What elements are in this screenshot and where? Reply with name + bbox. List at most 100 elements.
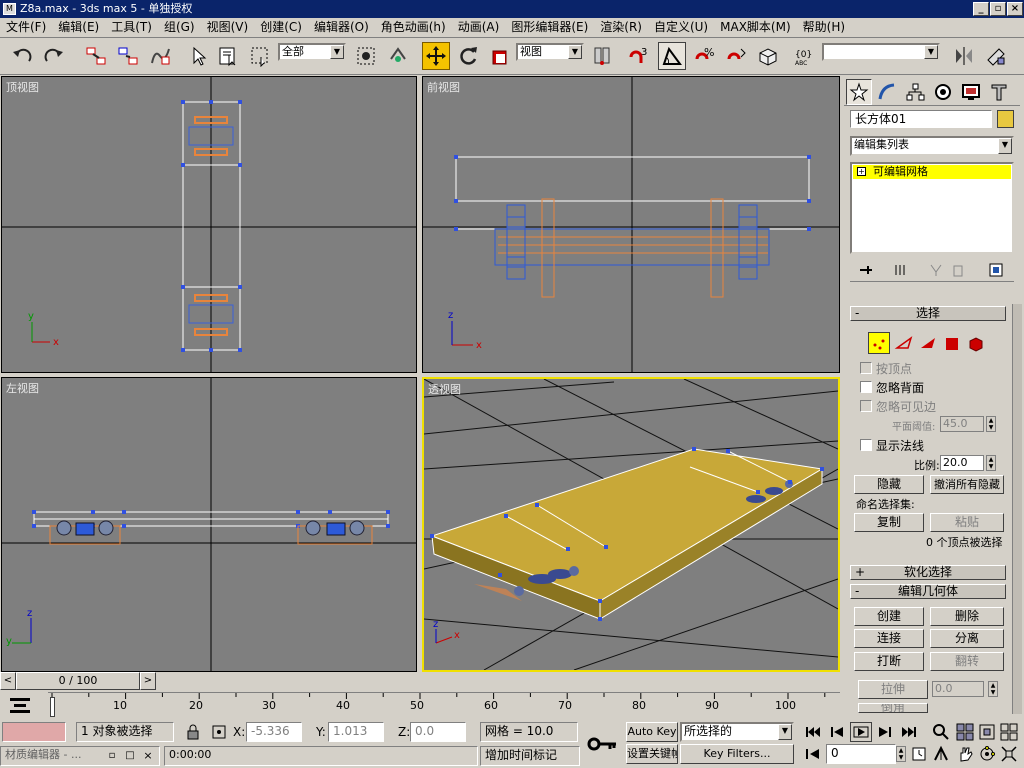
edit-geometry-rollout-header[interactable]: - 编辑几何体 <box>850 584 1006 599</box>
select-and-move-icon[interactable] <box>422 42 450 70</box>
snap-3d-icon[interactable]: 3 <box>624 42 652 70</box>
menu-graph-editors[interactable]: 图形编辑器(E) <box>505 18 594 37</box>
auto-key-button[interactable]: Auto Key <box>626 722 678 742</box>
extrude-spinner-icon[interactable]: ▲ ▼ <box>988 681 998 697</box>
planar-thresh-spinner-icon[interactable]: ▲ ▼ <box>986 416 996 432</box>
select-and-link-icon[interactable] <box>82 42 110 70</box>
maxscript-listener[interactable] <box>2 722 66 742</box>
set-key-button[interactable]: 设置关键帧 <box>626 744 678 764</box>
redo-icon[interactable] <box>40 42 68 70</box>
ignore-visible-edges-checkbox[interactable] <box>860 400 872 412</box>
unlink-selection-icon[interactable] <box>114 42 142 70</box>
zoom-extents-icon[interactable] <box>976 722 998 742</box>
menu-animation[interactable]: 动画(A) <box>452 18 506 37</box>
time-slider-prev-icon[interactable]: < <box>0 672 16 690</box>
delete-button[interactable]: 删除 <box>930 607 1004 626</box>
mirror-icon[interactable] <box>950 42 978 70</box>
y-coord-field[interactable]: 1.013 <box>328 722 384 742</box>
track-bar[interactable]: 10 20 30 40 50 60 70 80 90 100 <box>48 692 840 720</box>
perspective-viewport-label[interactable]: 透视图 <box>428 381 461 397</box>
show-end-result-icon[interactable] <box>890 260 910 280</box>
z-coord-field[interactable]: 0.0 <box>410 722 466 742</box>
create-button[interactable]: 创建 <box>854 607 924 626</box>
spinner-snap-icon[interactable] <box>722 42 750 70</box>
attach-button[interactable]: 连接 <box>854 629 924 648</box>
taskbar-restore-icon[interactable]: ▫ <box>104 746 120 764</box>
create-tab-icon[interactable] <box>846 79 872 105</box>
rectangular-selection-icon[interactable] <box>246 42 274 70</box>
taskbar-maximize-icon[interactable]: □ <box>122 746 138 764</box>
modify-tab-icon[interactable] <box>874 79 900 105</box>
show-normals-checkbox[interactable] <box>860 439 872 451</box>
bind-to-space-warp-icon[interactable] <box>146 42 174 70</box>
time-slider-next-icon[interactable]: > <box>140 672 156 690</box>
named-selection-dropdown[interactable]: ▼ <box>822 43 940 61</box>
menu-file[interactable]: 文件(F) <box>0 18 52 37</box>
configure-sets-icon[interactable] <box>986 260 1006 280</box>
play-icon[interactable] <box>850 722 872 742</box>
angle-snap-icon[interactable] <box>658 42 686 70</box>
front-viewport-label[interactable]: 前视图 <box>427 79 460 95</box>
frame-spinner-icon[interactable]: ▲ ▼ <box>896 746 906 762</box>
menu-create[interactable]: 创建(C) <box>254 18 308 37</box>
go-to-end-icon[interactable] <box>898 722 920 742</box>
hierarchy-tab-icon[interactable] <box>902 79 928 105</box>
expand-icon[interactable]: + <box>857 167 866 176</box>
menu-customize[interactable]: 自定义(U) <box>648 18 714 37</box>
reference-coordinate-dropdown[interactable]: 视图 ▼ <box>516 43 584 61</box>
top-viewport[interactable]: x y 顶视图 <box>1 76 417 373</box>
left-viewport[interactable]: z y 左视图 <box>1 377 417 672</box>
time-cursor[interactable] <box>50 697 55 717</box>
current-frame-field[interactable]: 0 <box>826 744 896 764</box>
select-and-scale-icon[interactable] <box>486 42 514 70</box>
zoom-extents-all-icon[interactable] <box>998 722 1020 742</box>
key-mode-dropdown[interactable]: 所选择的 ▼ <box>680 722 794 742</box>
hide-button[interactable]: 隐藏 <box>854 475 924 494</box>
select-object-icon[interactable] <box>184 42 212 70</box>
field-of-view-icon[interactable] <box>930 744 952 764</box>
chamfer-button[interactable]: 倒角 <box>858 703 928 713</box>
polygon-subobject-icon[interactable] <box>942 334 962 354</box>
menu-views[interactable]: 视图(V) <box>201 18 255 37</box>
ignore-backface-checkbox[interactable] <box>860 381 872 393</box>
taskbar-close-icon[interactable]: × <box>140 746 156 764</box>
display-tab-icon[interactable] <box>958 79 984 105</box>
element-subobject-icon[interactable] <box>966 334 986 354</box>
set-key-icon[interactable] <box>584 726 620 764</box>
key-mode-toggle-icon[interactable] <box>802 744 824 764</box>
object-name-field[interactable]: 长方体01 <box>850 110 992 128</box>
add-time-tag[interactable]: 增加时间标记 <box>480 746 580 766</box>
restore-button[interactable]: ▫ <box>990 2 1006 16</box>
detach-button[interactable]: 分离 <box>930 629 1004 648</box>
by-vertex-checkbox[interactable] <box>860 362 872 374</box>
menu-group[interactable]: 组(G) <box>158 18 201 37</box>
app-icon[interactable]: M <box>3 3 16 15</box>
scale-field[interactable]: 20.0 <box>940 455 984 471</box>
menu-maxscript[interactable]: MAX脚本(M) <box>714 18 797 37</box>
pivot-center-icon[interactable] <box>588 42 616 70</box>
make-unique-icon[interactable] <box>926 260 946 280</box>
lock-selection-icon[interactable] <box>182 722 204 742</box>
undo-icon[interactable] <box>8 42 36 70</box>
pin-stack-icon[interactable] <box>856 260 876 280</box>
top-viewport-label[interactable]: 顶视图 <box>6 79 39 95</box>
maximize-viewport-icon[interactable] <box>998 744 1020 764</box>
menu-modifiers[interactable]: 编辑器(O) <box>308 18 375 37</box>
minimize-button[interactable]: _ <box>973 2 989 16</box>
menu-help[interactable]: 帮助(H) <box>797 18 851 37</box>
next-frame-icon[interactable] <box>874 722 896 742</box>
modifier-list-dropdown[interactable]: 编辑集列表 ▼ <box>850 136 1014 156</box>
soft-selection-rollout-header[interactable]: + 软化选择 <box>850 565 1006 580</box>
turn-button[interactable]: 翻转 <box>930 652 1004 671</box>
remove-modifier-icon[interactable] <box>948 260 968 280</box>
zoom-icon[interactable] <box>930 722 952 742</box>
edge-subobject-icon[interactable] <box>894 334 914 354</box>
perspective-viewport[interactable]: x z 透视图 <box>422 377 840 672</box>
pan-icon[interactable] <box>954 744 976 764</box>
absolute-mode-icon[interactable] <box>208 722 230 742</box>
selection-filter-dropdown[interactable]: 全部 ▼ <box>278 43 346 61</box>
vertex-subobject-icon[interactable] <box>868 332 890 354</box>
menu-edit[interactable]: 编辑(E) <box>52 18 105 37</box>
arc-rotate-icon[interactable] <box>976 744 998 764</box>
face-subobject-icon[interactable] <box>918 334 938 354</box>
